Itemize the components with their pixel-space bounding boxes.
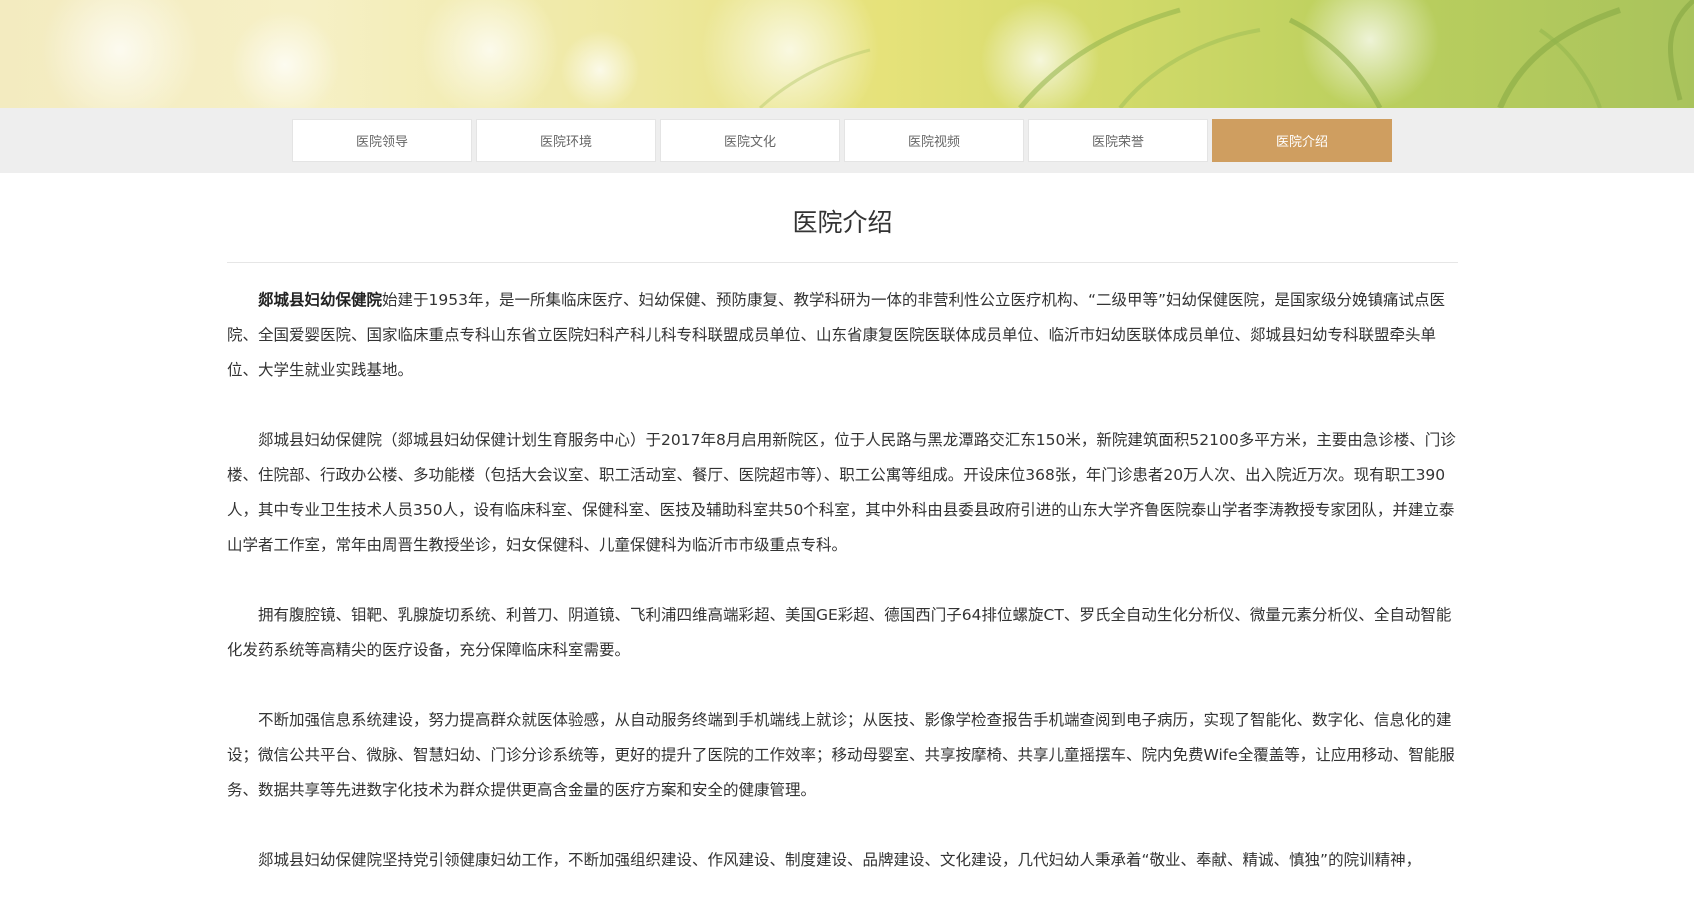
paragraph-1-text: 始建于1953年，是一所集临床医疗、妇幼保健、预防康复、教学科研为一体的非营利性… [227, 291, 1446, 379]
hospital-name-bold: 郯城县妇幼保健院 [258, 291, 383, 309]
tab-hospital-culture[interactable]: 医院文化 [660, 119, 840, 162]
article-paragraph-4: 不断加强信息系统建设，努力提高群众就医体验感，从自动服务终端到手机端线上就诊；从… [227, 711, 1455, 799]
article-paragraph-3: 拥有腹腔镜、钼靶、乳腺旋切系统、利普刀、阴道镜、飞利浦四维高端彩超、美国GE彩超… [227, 606, 1452, 659]
title-divider [227, 262, 1458, 263]
main-content: 医院介绍 郯城县妇幼保健院始建于1953年，是一所集临床医疗、妇幼保健、预防康复… [227, 173, 1458, 913]
article-paragraph-1: 郯城县妇幼保健院始建于1953年，是一所集临床医疗、妇幼保健、预防康复、教学科研… [227, 283, 1458, 388]
header-banner [0, 0, 1694, 108]
tab-hospital-videos[interactable]: 医院视频 [844, 119, 1024, 162]
tab-hospital-honors[interactable]: 医院荣誉 [1028, 119, 1208, 162]
article-paragraph-5: 郯城县妇幼保健院坚持党引领健康妇幼工作，不断加强组织建设、作风建设、制度建设、品… [258, 851, 1422, 869]
section-nav-bar: 医院领导 医院环境 医院文化 医院视频 医院荣誉 医院介绍 [0, 108, 1694, 173]
grass-decoration [758, 0, 1694, 108]
article-body: 郯城县妇幼保健院始建于1953年，是一所集临床医疗、妇幼保健、预防康复、教学科研… [227, 283, 1458, 878]
tab-hospital-environment[interactable]: 医院环境 [476, 119, 656, 162]
section-tabs: 医院领导 医院环境 医院文化 医院视频 医院荣誉 医院介绍 [292, 119, 1396, 162]
tab-hospital-introduction[interactable]: 医院介绍 [1212, 119, 1392, 162]
tab-hospital-leaders[interactable]: 医院领导 [292, 119, 472, 162]
article-paragraph-2: 郯城县妇幼保健院（郯城县妇幼保健计划生育服务中心）于2017年8月启用新院区，位… [227, 431, 1456, 554]
page-title: 医院介绍 [792, 208, 893, 237]
